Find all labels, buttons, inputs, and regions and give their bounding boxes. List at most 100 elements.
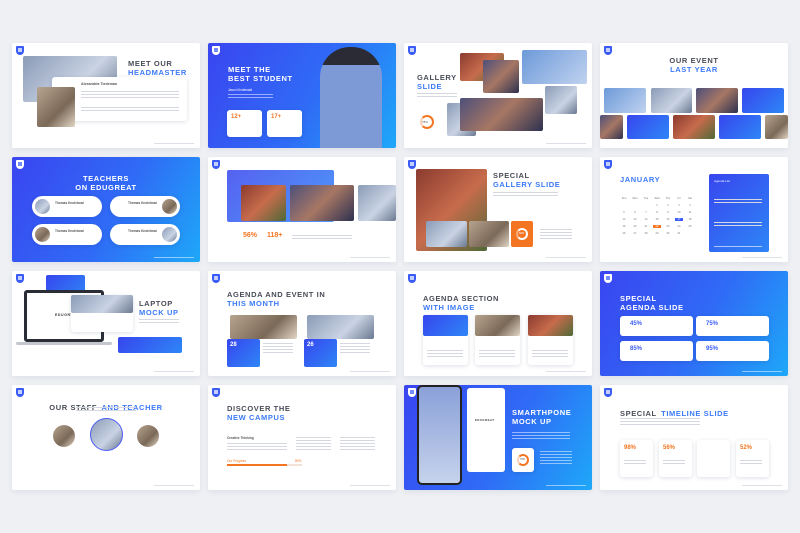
calendar-day[interactable]: 1	[653, 204, 661, 207]
photo	[483, 60, 519, 93]
slide-best-student[interactable]: MEET THE BEST STUDENT Jason Kindewald 12…	[208, 43, 396, 148]
stat-value: 56%	[243, 232, 258, 239]
calendar-day[interactable]: 19	[620, 225, 628, 228]
calendar-day[interactable]: 23	[664, 225, 672, 228]
calendar-day[interactable]: 9	[664, 211, 672, 214]
photo	[651, 88, 692, 113]
slide-meet-headmaster[interactable]: MEET OUR HEADMASTER Alexandria Tiedeman	[12, 43, 200, 148]
card	[118, 337, 182, 353]
weekday-label: Tue	[643, 197, 649, 200]
calendar-day[interactable]: 28	[642, 232, 650, 235]
photo	[765, 115, 788, 139]
photo	[426, 221, 467, 247]
calendar-day[interactable]: 17	[675, 218, 683, 221]
agenda-panel: Agenda List	[709, 174, 769, 252]
calendar-day[interactable]: 27	[631, 232, 639, 235]
slide-special-gallery[interactable]: SPECIAL GALLERY SLIDE 68%	[404, 157, 592, 262]
slide-timeline[interactable]: SPECIAL TIMELINE SLIDE 98% 56% 34% 52%	[600, 385, 788, 490]
stat-value: 12+	[231, 114, 242, 120]
logo-icon	[16, 46, 24, 55]
photo	[545, 86, 577, 114]
slide-laptop-mockup[interactable]: EDUGRE LAPTOP MOCK UP	[12, 271, 200, 376]
calendar-day[interactable]: 16	[664, 218, 672, 221]
calendar-day[interactable]: 10	[675, 211, 683, 214]
progress-card: 68%	[511, 221, 533, 247]
calendar-day[interactable]: 13	[631, 218, 639, 221]
logo-icon	[212, 160, 220, 169]
month-title: JANUARY	[620, 175, 661, 184]
calendar-day[interactable]: 4	[686, 204, 694, 207]
slide-smartphone-mockup[interactable]: EDUGREAT SMARTHPONE MOCK UP 78%	[404, 385, 592, 490]
slide-teachers[interactable]: TEACHERS ON EDUGREAT Thomas Knoleboat Th…	[12, 157, 200, 262]
weekday-label: Sun	[621, 197, 627, 200]
calendar-day[interactable]: 11	[686, 211, 694, 214]
photo	[460, 98, 543, 131]
calendar-day[interactable]: 18	[686, 218, 694, 221]
slide-calendar[interactable]: JANUARY Sun Mon Tue Wed Thu Fri Sat 1 2 3 4 5 6 7 8 9 10…	[600, 157, 788, 262]
calendar-day[interactable]: 20	[631, 225, 639, 228]
calendar-day[interactable]: 7	[642, 211, 650, 214]
slide-title-accent: GALLERY SLIDE	[493, 180, 561, 189]
calendar-day[interactable]: 24	[675, 225, 683, 228]
slide-title-accent: THIS MONTH	[227, 299, 280, 308]
calendar-day[interactable]: 12	[620, 218, 628, 221]
event-card: 26	[304, 339, 337, 367]
teacher-name: Thomas Knoleboat	[128, 229, 157, 233]
calendar-day[interactable]: 15	[653, 218, 661, 221]
slide-our-staff[interactable]: OUR STAFF AND TEACHER	[12, 385, 200, 490]
photo	[673, 115, 715, 139]
photo	[600, 115, 623, 139]
calendar-day[interactable]: 8	[653, 211, 661, 214]
calendar-day[interactable]: 29	[653, 232, 661, 235]
calendar-day[interactable]: 22	[653, 225, 661, 228]
brand-text: EDUGREAT	[475, 418, 495, 422]
progress-value: 68%	[519, 232, 525, 235]
panel-title: Agenda List	[714, 179, 730, 183]
logo-icon	[604, 46, 612, 55]
weekday-label: Wed	[654, 197, 660, 200]
staff-avatar	[90, 418, 123, 451]
phone-screen: EDUGREAT	[467, 388, 505, 472]
photo	[696, 88, 738, 113]
stat-value: 118+	[267, 232, 283, 239]
calendar-grid: Sun Mon Tue Wed Thu Fri Sat 1 2 3 4 5 6 7 8 9 10 11 12 13 14…	[620, 197, 720, 242]
calendar-day[interactable]: 26	[620, 232, 628, 235]
person-name: Alexandria Tiedeman	[81, 82, 118, 86]
stat-value: 52%	[740, 445, 753, 451]
slide-gallery[interactable]: GALLERY SLIDE 78%	[404, 43, 592, 148]
logo-icon	[604, 274, 612, 283]
stat-value: 17+	[271, 114, 282, 120]
slide-title-accent: WITH IMAGE	[423, 303, 475, 312]
logo-icon	[16, 388, 24, 397]
logo-icon	[408, 388, 416, 397]
calendar-day[interactable]: 5	[620, 211, 628, 214]
slide-title-accent: TIMELINE SLIDE	[661, 409, 729, 418]
logo-icon	[16, 274, 24, 283]
photo	[290, 185, 354, 221]
calendar-day[interactable]: 25	[686, 225, 694, 228]
calendar-day[interactable]: 30	[664, 232, 672, 235]
slide-special-agenda[interactable]: SPECIAL AGENDA SLIDE 45% 75% 85% 95%	[600, 271, 788, 376]
calendar-day[interactable]: 21	[642, 225, 650, 228]
stat-value: 98%	[624, 445, 637, 451]
event-card	[719, 115, 761, 139]
photo	[358, 185, 396, 221]
photo	[307, 315, 374, 339]
slide-title-2: MOCK UP	[512, 417, 552, 426]
slide-agenda-image[interactable]: AGENDA SECTION WITH IMAGE	[404, 271, 592, 376]
slide-agenda-event[interactable]: AGENDA AND EVENT IN THIS MONTH 28 26	[208, 271, 396, 376]
calendar-day[interactable]: 3	[675, 204, 683, 207]
stat-value: 45%	[630, 321, 643, 327]
calendar-day[interactable]: 6	[631, 211, 639, 214]
calendar-day[interactable]: 14	[642, 218, 650, 221]
slide-new-campus[interactable]: DISCOVER THE NEW CAMPUS Creative Thinkin…	[208, 385, 396, 490]
logo-icon	[408, 274, 416, 283]
calendar-day[interactable]: 2	[664, 204, 672, 207]
staff-avatar	[137, 425, 159, 447]
slide-photos-stats[interactable]: 56% 118+	[208, 157, 396, 262]
calendar-day[interactable]: 31	[675, 232, 683, 235]
logo-icon	[16, 160, 24, 169]
logo-icon	[408, 160, 416, 169]
stat-value: 75%	[706, 321, 719, 327]
slide-our-event[interactable]: OUR EVENT LAST YEAR	[600, 43, 788, 148]
